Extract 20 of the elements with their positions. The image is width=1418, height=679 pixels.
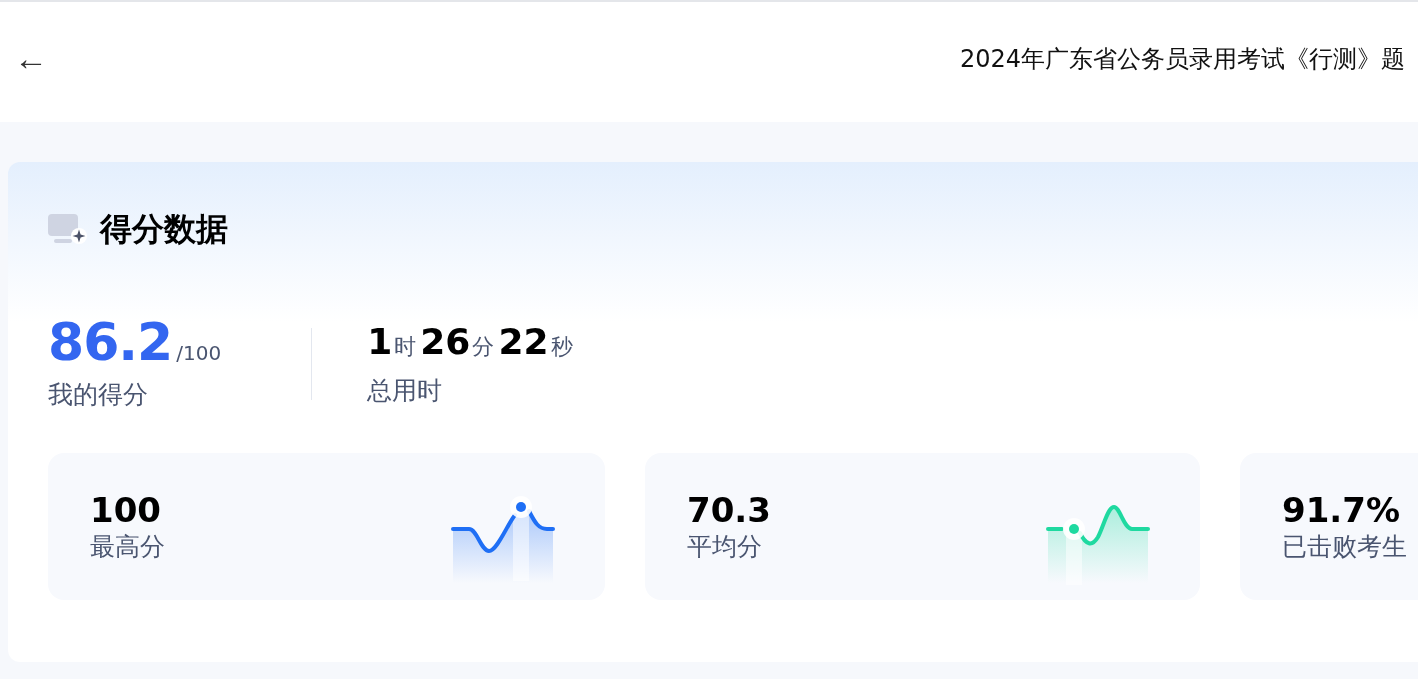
time-number: 1 (367, 320, 393, 364)
time-number: 22 (498, 320, 549, 364)
time-unit: 分 (472, 333, 495, 362)
stat-label: 平均分 (687, 531, 763, 564)
page-title: 2024年广东省公务员录用考试《行测》题 (959, 44, 1405, 75)
section-title: 得分数据 (100, 209, 228, 250)
time-unit: 秒 (550, 333, 573, 362)
stat-value: 100 (90, 489, 162, 531)
stat-value: 70.3 (687, 489, 771, 531)
time-unit: 时 (394, 333, 417, 362)
monitor-plus-icon (48, 214, 88, 246)
back-button[interactable]: ← (10, 41, 52, 75)
score-total: /100 (176, 341, 222, 365)
stat-label: 最高分 (90, 531, 165, 564)
duration-label: 总用时 (367, 374, 444, 407)
time-number: 26 (420, 320, 471, 364)
stat-label: 已击败考生 (1282, 531, 1407, 564)
score-label: 我的得分 (48, 379, 149, 411)
score-value: 86.2 (48, 316, 173, 368)
stat-value: 91.7% (1282, 489, 1401, 531)
